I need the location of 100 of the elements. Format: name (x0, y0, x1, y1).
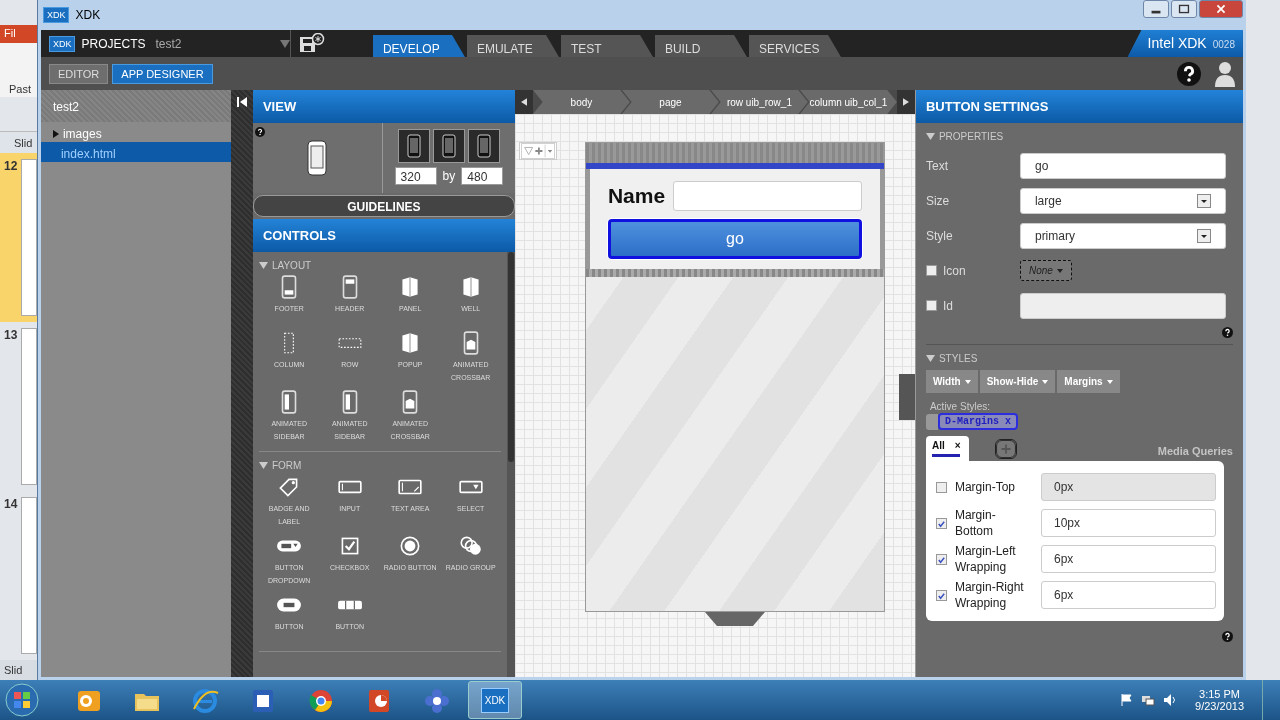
add-control-button[interactable] (518, 142, 557, 160)
height-field[interactable]: 480 (461, 167, 504, 185)
menu-tab[interactable]: Fil (0, 25, 37, 43)
device-button[interactable] (397, 129, 430, 163)
close-button[interactable] (1198, 0, 1243, 18)
phone-icon[interactable] (440, 134, 457, 158)
media-query-tab[interactable]: All × (925, 436, 969, 461)
checkbox[interactable] (925, 300, 937, 311)
mode-tab[interactable]: APP DESIGNER (112, 63, 213, 84)
xdk-taskbar-button[interactable]: XDK (468, 681, 522, 719)
field-label: Id (942, 298, 953, 313)
nav-tab[interactable]: BUILD (654, 35, 747, 57)
nav-tab[interactable]: EMULATE (466, 35, 559, 57)
status-text: Slid (0, 660, 37, 680)
section-title[interactable]: FORM (271, 460, 302, 471)
resize-handle[interactable] (704, 612, 765, 626)
add-tab-button[interactable] (994, 439, 1017, 459)
clock-date[interactable]: 9/23/2013 (1195, 700, 1244, 712)
save-icon[interactable] (298, 33, 325, 53)
style-menu-button[interactable]: Width (925, 370, 978, 393)
margin-field[interactable]: 6px (1040, 545, 1216, 573)
help-icon[interactable] (1176, 61, 1201, 86)
select-field[interactable]: large (1019, 187, 1226, 214)
nav-tab[interactable]: SERVICES (748, 35, 841, 57)
style-chip[interactable]: D-Margins x (937, 413, 1018, 430)
device-button[interactable] (467, 129, 500, 163)
caret-icon[interactable] (1042, 379, 1049, 384)
id-field[interactable] (1019, 292, 1226, 319)
help-icon[interactable] (1221, 631, 1233, 642)
minimize-button[interactable] (1142, 0, 1169, 18)
collapse-icon[interactable] (235, 96, 248, 108)
margin-field[interactable]: 0px (1040, 473, 1216, 501)
caret-icon[interactable] (964, 379, 971, 384)
folder-item[interactable]: images (40, 122, 231, 142)
help-icon[interactable] (254, 127, 265, 137)
text-field[interactable]: go (1019, 152, 1226, 179)
expanded-triangle-icon[interactable] (258, 262, 268, 269)
margin-field[interactable]: 6px (1040, 581, 1216, 609)
projects-label[interactable]: PROJECTS (81, 36, 146, 51)
start-button[interactable] (4, 682, 40, 718)
margin-label: Margin-Top (954, 479, 1016, 495)
nav-tab[interactable]: TEST (560, 35, 653, 57)
scroll-right-button[interactable] (896, 90, 915, 114)
go-button[interactable]: go (607, 219, 862, 259)
user-icon[interactable] (1214, 60, 1235, 87)
clock-time[interactable]: 3:15 PM (1199, 688, 1240, 700)
breadcrumb-item[interactable]: column uib_col_1 (799, 90, 897, 114)
right-arrow-icon[interactable] (902, 97, 909, 107)
guidelines-button[interactable]: GUIDELINES (252, 195, 515, 217)
style-menu-button[interactable]: Show-Hide (979, 370, 1056, 393)
window-title: XDK (75, 8, 101, 22)
section-title[interactable]: LAYOUT (271, 260, 312, 271)
expanded-triangle-icon[interactable] (925, 133, 935, 140)
panel-header: BUTTON SETTINGS (915, 90, 1243, 123)
mode-tab[interactable]: EDITOR (48, 63, 109, 84)
checkbox[interactable] (925, 265, 937, 276)
panel-handle[interactable] (898, 374, 915, 420)
checkbox[interactable] (935, 481, 947, 493)
icon-dropdown[interactable]: None (1019, 260, 1072, 281)
paste-label[interactable]: Past (0, 42, 37, 98)
margin-field[interactable]: 10px (1040, 509, 1216, 537)
chip-handle[interactable] (925, 413, 938, 430)
breadcrumb-item[interactable]: body (532, 90, 630, 114)
brand-name: Intel XDK (1147, 35, 1207, 51)
expand-arrow-icon[interactable] (52, 129, 59, 138)
phone-icon[interactable] (405, 134, 422, 158)
nav-tab[interactable]: DEVELOP (372, 35, 465, 57)
project-dropdown[interactable]: test2 (155, 36, 274, 51)
left-arrow-icon[interactable] (520, 97, 527, 107)
network-icon[interactable] (1141, 693, 1156, 707)
select-field[interactable]: primary (1019, 222, 1226, 249)
expanded-triangle-icon[interactable] (258, 462, 268, 469)
checkbox[interactable] (935, 589, 947, 601)
breadcrumb-item[interactable]: row uib_row_1 (710, 90, 808, 114)
slide-thumbnail[interactable]: 13 (0, 322, 37, 492)
name-input[interactable] (673, 181, 862, 211)
help-icon[interactable] (1221, 327, 1233, 338)
section-title[interactable]: STYLES (938, 353, 978, 364)
slide-thumbnail[interactable]: 12 (0, 153, 37, 323)
remove-chip-button[interactable]: x (1004, 416, 1011, 427)
expanded-triangle-icon[interactable] (925, 355, 935, 362)
file-item[interactable]: index.html (40, 142, 231, 162)
panel-header: VIEW (252, 90, 515, 123)
volume-icon[interactable] (1163, 693, 1178, 707)
section-title[interactable]: PROPERTIES (938, 131, 1004, 142)
checkbox[interactable] (935, 517, 947, 529)
width-field[interactable]: 320 (394, 167, 437, 185)
breadcrumb-item[interactable]: page (621, 90, 719, 114)
caret-icon[interactable] (1056, 268, 1063, 273)
caret-icon[interactable] (1106, 379, 1113, 384)
device-button[interactable] (432, 129, 465, 163)
checkbox[interactable] (935, 553, 947, 565)
caret-icon[interactable] (279, 39, 290, 48)
slide-thumbnail[interactable]: 14 (0, 491, 37, 660)
slides-tab[interactable]: Slid (0, 131, 37, 154)
phone-icon[interactable] (475, 134, 492, 158)
style-menu-button[interactable]: Margins (1057, 370, 1120, 393)
field-label: Style (925, 228, 954, 243)
flag-icon[interactable] (1119, 693, 1134, 707)
maximize-button[interactable] (1170, 0, 1197, 18)
